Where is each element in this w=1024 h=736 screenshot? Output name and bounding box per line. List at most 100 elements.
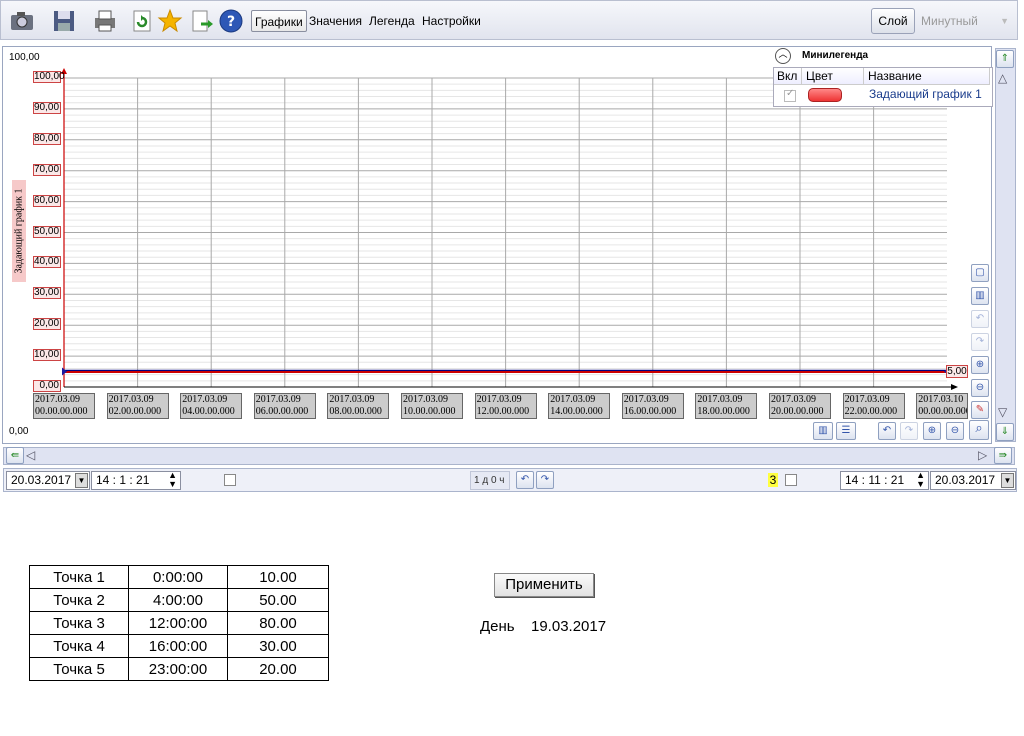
collapse-icon[interactable]: ︿ — [775, 48, 791, 64]
x-tick-time: 08.00.00.000 — [329, 406, 382, 417]
scroll-up-icon[interactable]: △ — [998, 71, 1007, 85]
zoom-out-icon[interactable]: ⊖ — [971, 379, 989, 397]
chart-plot — [61, 68, 958, 390]
x-tick-date: 2017.03.09 — [108, 394, 154, 405]
legend-header-name: Название — [864, 68, 990, 85]
y-tick-label: 90,00 — [33, 101, 61, 114]
legend-color-swatch[interactable] — [808, 88, 842, 102]
magnifier-icon[interactable]: ⌕ — [969, 420, 989, 440]
point-time-cell: 16:00:00 — [128, 634, 228, 658]
scroll-end-icon[interactable]: ⇛ — [994, 447, 1012, 464]
zoom-out-x-icon[interactable]: ⊖ — [946, 422, 964, 440]
x-tick-label: 2017.03.09 18.00.00.000 — [695, 393, 758, 419]
time-range-bar: 20.03.2017 ▼ 14 : 1 : 21 ▲ ▼ 1 д 0 ч ↶ ↷ … — [3, 468, 1017, 492]
spin-icon[interactable]: ▲ ▼ — [916, 471, 925, 489]
y-tick-label: 20,00 — [33, 318, 61, 331]
x-tick-label: 2017.03.09 04.00.00.000 — [180, 393, 243, 419]
table-row: Точка 1 0:00:00 10.00 — [29, 565, 329, 589]
x-tick-time: 00.00.00.000 — [918, 406, 968, 417]
point-value-cell[interactable]: 50.00 — [227, 588, 329, 612]
x-tick-time: 22.00.00.000 — [844, 406, 898, 417]
scroll-left-icon[interactable]: ◁ — [26, 448, 35, 462]
undo-disabled-icon[interactable]: ↶ — [971, 310, 989, 328]
x-tick-date: 2017.03.09 — [182, 394, 228, 405]
point-name-cell: Точка 4 — [29, 634, 129, 658]
y-tick-label: 0,00 — [33, 380, 61, 392]
edit-icon[interactable]: ✎ — [971, 401, 989, 419]
x-tick-time: 16.00.00.000 — [623, 406, 677, 417]
y-tick-label: 10,00 — [33, 349, 61, 362]
x-tick-label: 2017.03.09 22.00.00.000 — [842, 393, 905, 419]
zoom-in-x-icon[interactable]: ⊕ — [923, 422, 941, 440]
spin-icon[interactable]: ▲ ▼ — [168, 471, 177, 489]
undo-icon[interactable]: ↶ — [878, 422, 896, 440]
y-tick-label: 70,00 — [33, 163, 61, 176]
end-date-field[interactable]: 20.03.2017 ▼ — [930, 471, 1016, 490]
point-value-cell[interactable]: 30.00 — [227, 634, 329, 658]
x-tick-date: 2017.03.09 — [697, 394, 743, 405]
x-tick-time: 04.00.00.000 — [182, 406, 235, 417]
table-row: Точка 5 23:00:00 20.00 — [29, 657, 329, 681]
scroll-start-icon[interactable]: ⇚ — [6, 447, 24, 464]
start-time-field[interactable]: 14 : 1 : 21 ▲ ▼ — [91, 471, 181, 490]
range-field[interactable]: 1 д 0 ч — [470, 471, 510, 490]
start-date-field[interactable]: 20.03.2017 ▼ — [6, 471, 90, 490]
x-tick-time: 12.00.00.000 — [476, 406, 530, 417]
end-time-field[interactable]: 14 : 11 : 21 ▲ ▼ — [840, 471, 929, 490]
day-label: День — [480, 618, 515, 635]
point-value-cell[interactable]: 10.00 — [227, 565, 329, 589]
x-tick-time: 18.00.00.000 — [697, 406, 750, 417]
y-tick-label: 100,00 — [33, 71, 65, 83]
scroll-down-icon[interactable]: ▽ — [998, 405, 1007, 419]
x-tick-label: 2017.03.09 08.00.00.000 — [327, 393, 390, 419]
x-tick-label: 2017.03.09 00.00.00.000 — [33, 393, 95, 419]
x-tick-time: 20.00.00.000 — [771, 406, 824, 417]
rows-icon[interactable]: ☰ — [836, 422, 856, 440]
point-value-cell[interactable]: 80.00 — [227, 611, 329, 635]
redo-disabled-icon[interactable]: ↷ — [971, 333, 989, 351]
x-tick-time: 00.00.00.000 — [35, 406, 88, 417]
chevron-down-icon[interactable]: ▼ — [1001, 473, 1014, 488]
range-back-icon[interactable]: ↶ — [516, 471, 534, 489]
table-row: Точка 2 4:00:00 50.00 — [29, 588, 329, 612]
redo-icon[interactable]: ↷ — [900, 422, 918, 440]
legend-enabled-checkbox[interactable]: ✓ — [784, 88, 796, 102]
table-row: Точка 4 16:00:00 30.00 — [29, 634, 329, 658]
chevron-down-icon: ▼ — [1000, 16, 1009, 26]
scroll-bottom-icon[interactable]: ⇓ — [996, 423, 1014, 441]
x-tick-label: 2017.03.09 10.00.00.000 — [401, 393, 463, 419]
start-checkbox[interactable] — [224, 474, 236, 486]
point-name-cell: Точка 1 — [29, 565, 129, 589]
point-value-cell[interactable]: 20.00 — [227, 657, 329, 681]
vertical-scrollbar[interactable]: ⇑ △ ▽ ⇓ — [995, 48, 1016, 442]
end-checkbox[interactable] — [785, 474, 797, 486]
y-tick-label: 30,00 — [33, 287, 61, 300]
fit-view-icon[interactable]: ▢ — [971, 264, 989, 282]
point-time-cell: 23:00:00 — [128, 657, 228, 681]
scroll-right-icon[interactable]: ▷ — [978, 448, 987, 462]
x-tick-time: 10.00.00.000 — [403, 406, 456, 417]
x-tick-time: 06.00.00.000 — [255, 406, 309, 417]
table-row: Точка 3 12:00:00 80.00 — [29, 611, 329, 635]
points-table: Точка 1 0:00:00 10.00 Точка 2 4:00:00 50.00 То… — [29, 565, 329, 681]
marker-badge: 3 — [768, 473, 778, 487]
ruler-icon[interactable]: ▥ — [971, 287, 989, 305]
scroll-top-icon[interactable]: ⇑ — [996, 50, 1014, 68]
apply-button[interactable]: Применить — [494, 573, 594, 597]
point-name-cell: Точка 2 — [29, 588, 129, 612]
zoom-in-icon[interactable]: ⊕ — [971, 356, 989, 374]
legend-series-name: Задающий график 1 — [869, 87, 982, 101]
x-tick-date: 2017.03.09 — [403, 394, 448, 405]
point-time-cell: 12:00:00 — [128, 611, 228, 635]
x-tick-label: 2017.03.09 14.00.00.000 — [548, 393, 611, 419]
point-time-cell: 0:00:00 — [128, 565, 228, 589]
columns-icon[interactable]: ▥ — [813, 422, 833, 440]
chevron-down-icon[interactable]: ▼ — [75, 473, 88, 488]
point-name-cell: Точка 5 — [29, 657, 129, 681]
horizontal-scrollbar[interactable]: ⇚ ◁ ▷ ⇛ — [3, 447, 1015, 465]
x-tick-label: 2017.03.09 06.00.00.000 — [253, 393, 316, 419]
x-tick-time: 02.00.00.000 — [108, 406, 162, 417]
point-time-cell: 4:00:00 — [128, 588, 228, 612]
range-forward-icon[interactable]: ↷ — [536, 471, 554, 489]
x-tick-date: 2017.03.10 — [918, 394, 964, 405]
